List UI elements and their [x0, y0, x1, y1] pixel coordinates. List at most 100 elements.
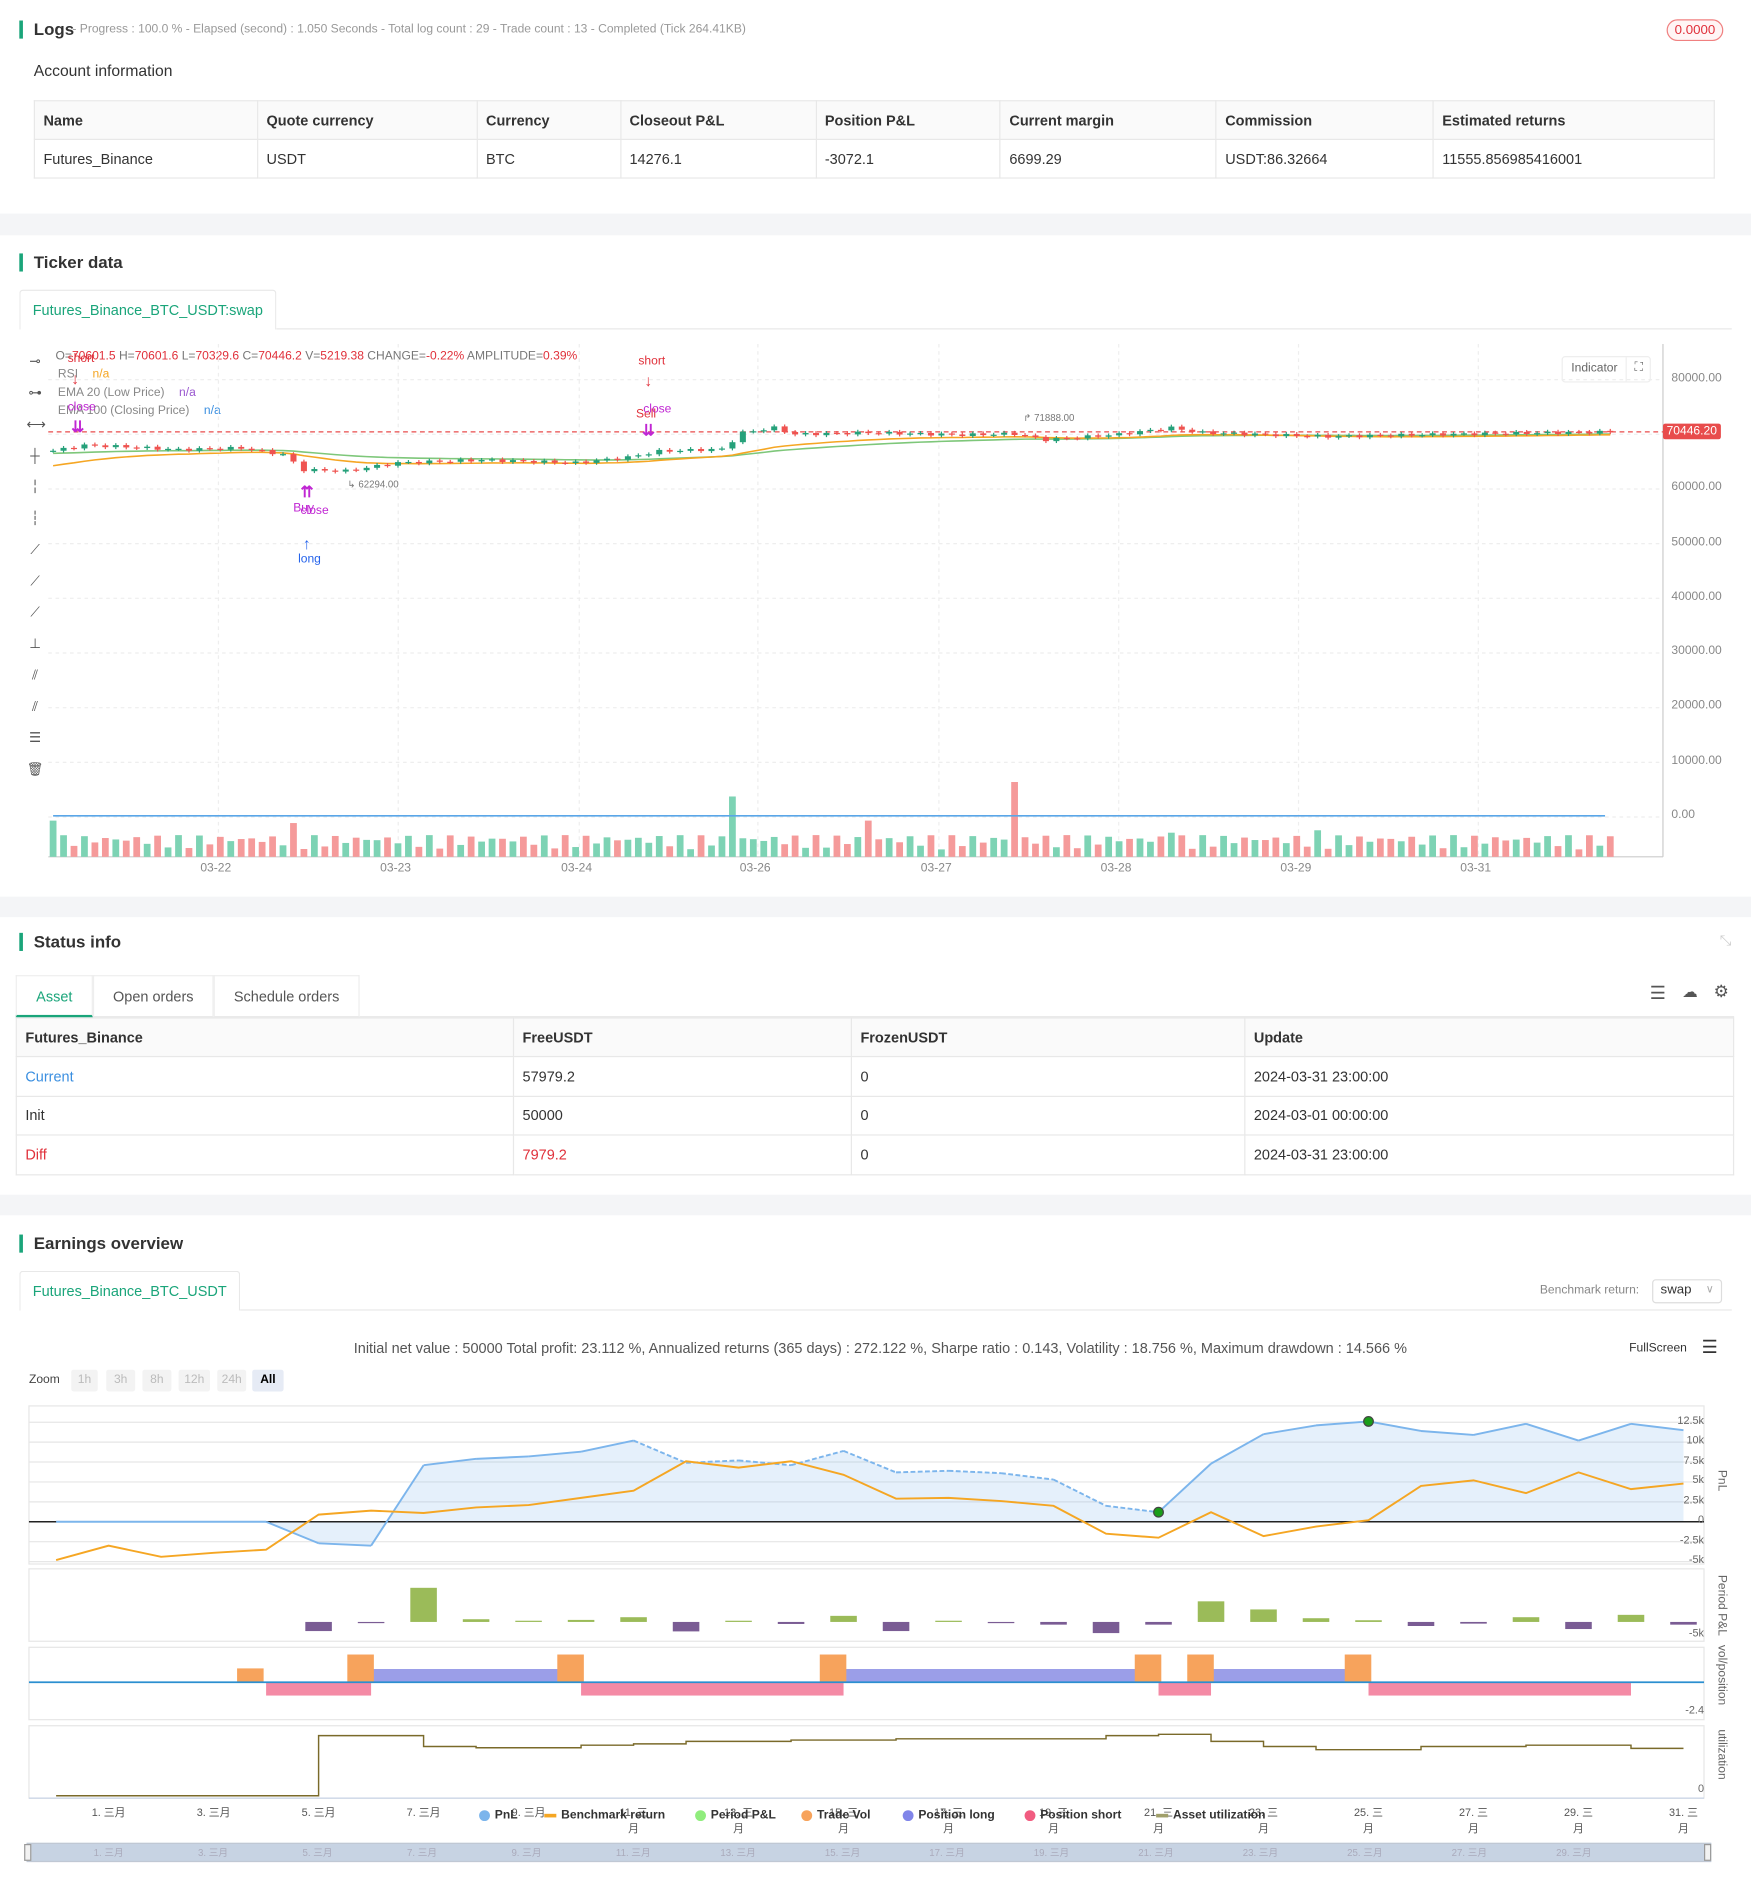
period-pnl-bar [462, 1619, 490, 1622]
navigator-tick: 5. 三月 [302, 1847, 333, 1859]
legend-item[interactable]: Asset utilization [1156, 1808, 1266, 1823]
position-long-bar [371, 1669, 571, 1683]
navigator-tick: 17. 三月 [929, 1847, 965, 1859]
navigator-tick: 29. 三月 [1556, 1847, 1592, 1859]
drawdown-marker [1363, 1415, 1374, 1427]
legend-line-icon [544, 1813, 557, 1818]
legend-label: Period P&L [710, 1808, 776, 1823]
pnl-tick: 12.5k [1677, 1413, 1705, 1426]
position-short-bar [1158, 1682, 1212, 1696]
pnl-tick: 2.5k [1683, 1493, 1705, 1506]
position-long-bar [843, 1669, 1149, 1683]
period-pnl-bar [1355, 1620, 1382, 1622]
legend-item[interactable]: Trade Vol [801, 1809, 870, 1822]
date-tick: 7. 三月 [406, 1806, 441, 1819]
navigator-left-handle[interactable] [24, 1843, 32, 1861]
legend-label: Position short [1040, 1808, 1122, 1823]
period-pnl-bar [1460, 1621, 1487, 1624]
period-pnl-bar [830, 1615, 857, 1622]
pnl-tick: -2.5k [1679, 1533, 1705, 1546]
legend-label: Benchmark return [561, 1808, 666, 1823]
page: Logs - Progress : 100.0 % - Elapsed (sec… [0, 0, 1751, 1892]
period-pnl-bar [725, 1620, 752, 1622]
utilization-line [56, 1733, 1684, 1797]
navigator-tick: 27. 三月 [1451, 1847, 1488, 1859]
period-pnl-bar [882, 1621, 910, 1632]
date-tick: 25. 三月 [1354, 1806, 1383, 1835]
legend-dot-icon [695, 1810, 706, 1822]
period-pnl-bar [1145, 1621, 1172, 1625]
navigator-tick: 7. 三月 [406, 1847, 438, 1859]
position-long-bar [1211, 1669, 1359, 1683]
legend-dot-icon [1024, 1810, 1036, 1822]
trade-vol-bar [819, 1654, 847, 1683]
pnl-tick: 10k [1686, 1433, 1705, 1446]
period-pnl-bar [1302, 1618, 1330, 1622]
period-pnl-bar [1565, 1621, 1592, 1630]
date-tick: 1. 三月 [91, 1806, 126, 1819]
period-panel [28, 1568, 1705, 1642]
legend-item[interactable]: Position short [1024, 1808, 1122, 1823]
drawdown-marker [1153, 1506, 1164, 1518]
period-pnl-bar [777, 1621, 805, 1624]
navigator-right-handle[interactable] [1704, 1843, 1712, 1861]
period-pnl-bar [1670, 1621, 1697, 1625]
legend-label: Position long [918, 1808, 995, 1823]
axis-title: Period P&L [1714, 1574, 1729, 1636]
navigator-tick: 19. 三月 [1033, 1847, 1070, 1859]
legend-label: PnL [494, 1808, 518, 1823]
period-pnl-bar [1040, 1621, 1067, 1625]
period-pnl-bar [357, 1621, 385, 1624]
legend-item[interactable]: Benchmark return [544, 1809, 665, 1822]
period-pnl-bar [1407, 1621, 1435, 1626]
period-pnl-bar [410, 1587, 437, 1622]
date-tick: 3. 三月 [196, 1806, 231, 1819]
period-pnl-bar [672, 1621, 700, 1632]
axis-title: utilization [1714, 1729, 1729, 1780]
pnl-tick: 0 [1697, 1513, 1705, 1526]
legend-label: Asset utilization [1173, 1808, 1266, 1823]
earnings-chart[interactable] [0, 0, 1751, 1892]
period-pnl-bar [567, 1619, 595, 1622]
pnl-tick: 7.5k [1683, 1453, 1705, 1466]
period-pnl-bar [1092, 1621, 1120, 1634]
navigator-tick: 15. 三月 [824, 1847, 861, 1859]
period-tick: -5k [1688, 1626, 1705, 1639]
navigator-tick: 1. 三月 [93, 1847, 124, 1859]
navigator-tick: 23. 三月 [1242, 1847, 1279, 1859]
period-pnl-bar [1512, 1617, 1540, 1622]
period-pnl-bar [935, 1620, 962, 1622]
legend-line-icon [1156, 1813, 1169, 1818]
trade-vol-bar [1134, 1654, 1162, 1683]
period-pnl-bar [1617, 1614, 1645, 1622]
date-tick: 27. 三月 [1459, 1806, 1488, 1835]
navigator-tick: 11. 三月 [615, 1847, 651, 1859]
navigator-tick: 25. 三月 [1347, 1847, 1383, 1859]
utilization-panel [28, 1725, 1705, 1799]
legend-item[interactable]: Period P&L [695, 1809, 776, 1822]
period-pnl-bar [1250, 1609, 1277, 1622]
date-tick: 5. 三月 [301, 1806, 336, 1819]
trade-vol-bar [347, 1654, 374, 1683]
navigator-tick: 21. 三月 [1138, 1847, 1174, 1859]
position-short-bar [581, 1682, 844, 1696]
period-pnl-bar [620, 1617, 647, 1622]
trade-vol-bar [1187, 1654, 1214, 1683]
period-pnl-bar [1197, 1601, 1225, 1622]
navigator-tick: 13. 三月 [720, 1847, 756, 1859]
pnl-tick: 5k [1692, 1473, 1705, 1486]
period-pnl-bar [305, 1621, 332, 1632]
position-short-bar [1368, 1682, 1631, 1696]
period-pnl-bar [987, 1621, 1015, 1624]
period-pnl-bar [515, 1620, 542, 1622]
navigator-tick: 3. 三月 [198, 1847, 229, 1859]
legend-item[interactable]: Position long [902, 1808, 995, 1823]
utilization-tick: 0 [1697, 1782, 1705, 1795]
trade-vol-bar [557, 1654, 584, 1683]
date-tick: 29. 三月 [1563, 1806, 1593, 1835]
legend-dot-icon [479, 1810, 490, 1822]
navigator-tick: 9. 三月 [511, 1847, 542, 1859]
axis-title: vol/position [1714, 1644, 1729, 1706]
trade-vol-bar [237, 1668, 264, 1683]
legend-item[interactable]: PnL [479, 1808, 518, 1823]
